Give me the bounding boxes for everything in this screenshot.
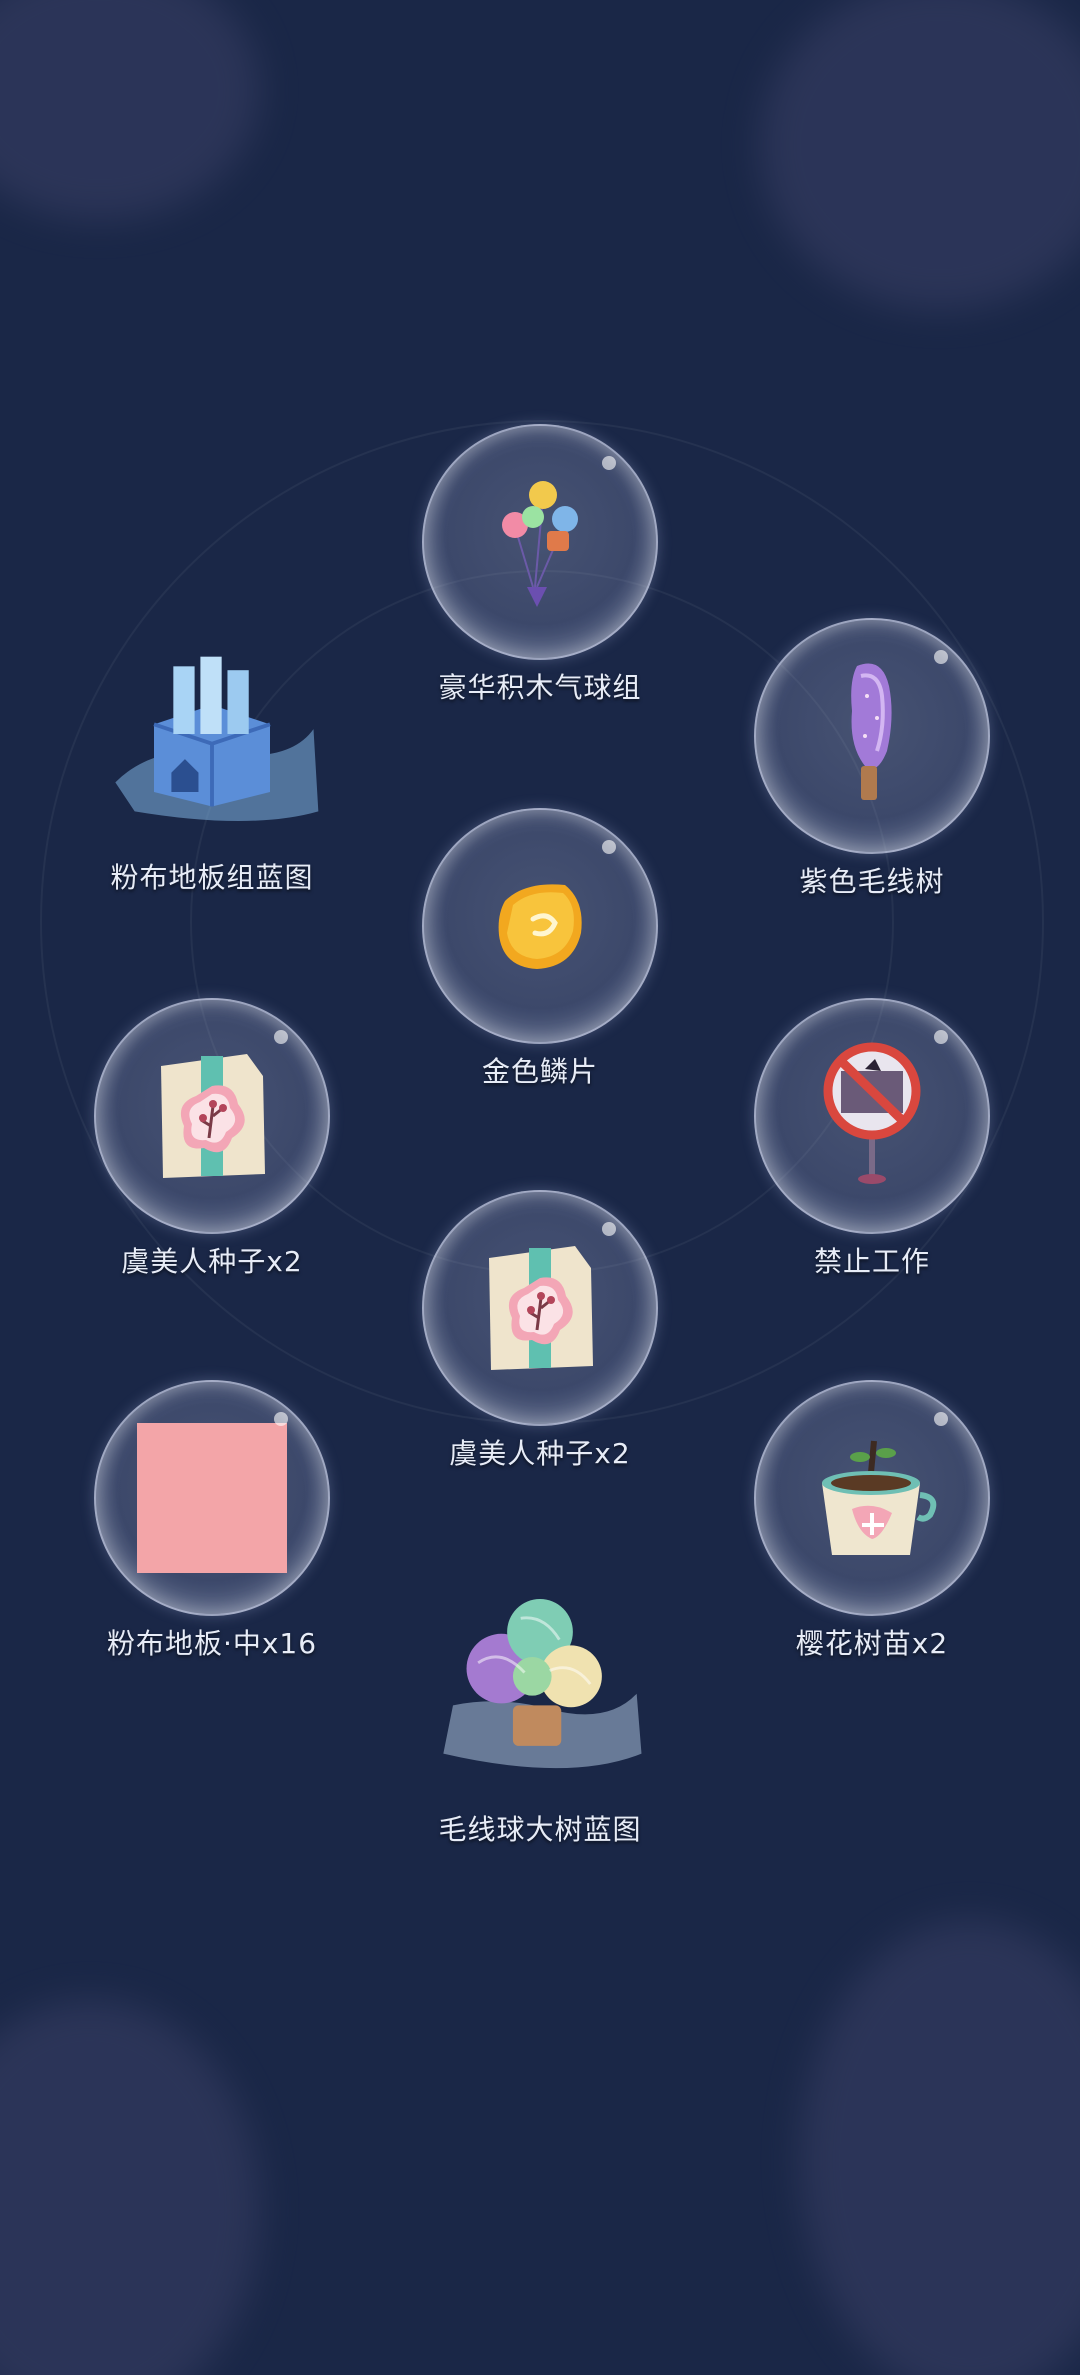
reward-label: 粉布地板·中x16: [106, 1627, 318, 1660]
reward-item[interactable]: 粉布地板组蓝图: [72, 618, 352, 896]
reward-bubble: [422, 424, 658, 660]
gold-scale-icon: [498, 884, 582, 969]
reward-bubble: [94, 998, 330, 1234]
reward-item[interactable]: 禁止工作: [732, 998, 1012, 1280]
reward-bubble: [94, 1380, 330, 1616]
purple-yarn-tree-icon: [851, 663, 892, 800]
reward-label: 虞美人种子x2: [121, 1245, 303, 1278]
reward-item[interactable]: 毛线球大树蓝图: [400, 1570, 680, 1848]
cloud-bottom-right: [800, 1920, 1080, 2375]
sakura-sapling-icon: [822, 1440, 937, 1555]
seed-packet-icon: [161, 1054, 265, 1178]
reward-item[interactable]: 紫色毛线树: [732, 618, 1012, 900]
reward-label: 粉布地板组蓝图: [110, 861, 314, 894]
reward-bubble: [754, 998, 990, 1234]
no-work-sign-icon: [823, 1042, 921, 1184]
reward-plate: [424, 1570, 656, 1802]
reward-item[interactable]: 虞美人种子x2: [400, 1190, 680, 1472]
reward-item[interactable]: 粉布地板·中x16: [72, 1380, 352, 1662]
blueprint-box-icon: [115, 656, 319, 821]
seed-packet-icon: [489, 1246, 593, 1370]
balloon-bunch-icon: [502, 481, 578, 607]
cloud-top-right: [760, 0, 1080, 310]
reward-bubble: [754, 618, 990, 854]
reward-label: 樱花树苗x2: [795, 1627, 949, 1660]
reward-label: 豪华积木气球组: [438, 671, 642, 704]
cloud-top-left: [0, 0, 260, 220]
reward-label: 禁止工作: [813, 1245, 930, 1278]
reward-bubble: [422, 808, 658, 1044]
reward-label: 金色鳞片: [481, 1055, 598, 1088]
reward-bubble: [422, 1190, 658, 1426]
reward-label: 紫色毛线树: [799, 865, 945, 898]
reward-item[interactable]: 樱花树苗x2: [732, 1380, 1012, 1662]
reward-plate: [96, 618, 328, 850]
reward-item[interactable]: 豪华积木气球组: [400, 424, 680, 706]
reward-item[interactable]: 虞美人种子x2: [72, 998, 352, 1280]
yarn-tree-blueprint-icon: [443, 1599, 642, 1769]
reward-label: 虞美人种子x2: [449, 1437, 631, 1470]
cloud-bottom-left: [0, 2000, 260, 2375]
pink-floor-tile-icon: [137, 1423, 287, 1573]
reward-item[interactable]: 金色鳞片: [400, 808, 680, 1090]
reward-label: 毛线球大树蓝图: [438, 1813, 642, 1846]
reward-bubble: [754, 1380, 990, 1616]
